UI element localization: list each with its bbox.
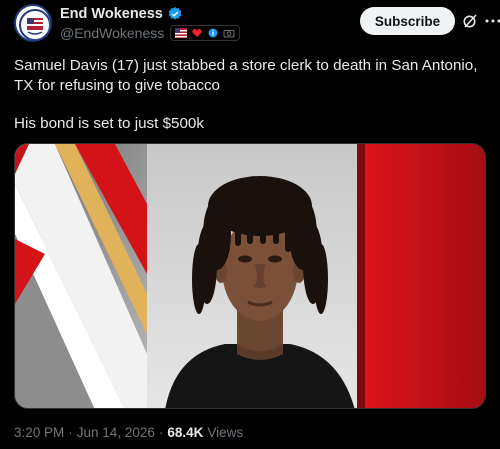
avatar-seal-icon <box>18 8 50 40</box>
views-label: Views <box>207 425 244 440</box>
mugshot-image <box>15 144 485 408</box>
meta-separator: · <box>68 425 73 440</box>
camera-icon <box>223 30 235 38</box>
tweet-text: Samuel Davis (17) just stabbed a store c… <box>14 56 486 134</box>
verified-badge-icon <box>168 7 182 20</box>
tweet-media[interactable] <box>14 143 486 409</box>
views-count[interactable]: 68.4K <box>167 425 203 440</box>
author-handle[interactable]: @EndWokeness <box>60 25 164 41</box>
tweet-line-1: Samuel Davis (17) just stabbed a store c… <box>14 57 478 94</box>
subscribe-button[interactable]: Subscribe <box>360 7 455 35</box>
grok-icon[interactable] <box>462 13 478 29</box>
us-flag-icon <box>175 28 188 38</box>
heart-icon <box>192 29 202 37</box>
author-display-name[interactable]: End Wokeness <box>60 6 163 22</box>
meta-separator-2: · <box>158 425 164 440</box>
tweet-date[interactable]: Jun 14, 2026 <box>77 425 155 440</box>
tweet-time[interactable]: 3:20 PM <box>14 425 64 440</box>
tweet-header: End Wokeness @EndWokeness Subscribe <box>14 4 500 48</box>
more-dots-icon[interactable] <box>484 13 500 29</box>
profile-badges <box>170 25 241 41</box>
author-avatar[interactable] <box>14 4 52 42</box>
tweet-meta: 3:20 PM · Jun 14, 2026 · 68.4K Views <box>14 425 243 440</box>
tweet-line-2: His bond is set to just $500k <box>14 115 204 132</box>
info-icon <box>208 28 218 38</box>
